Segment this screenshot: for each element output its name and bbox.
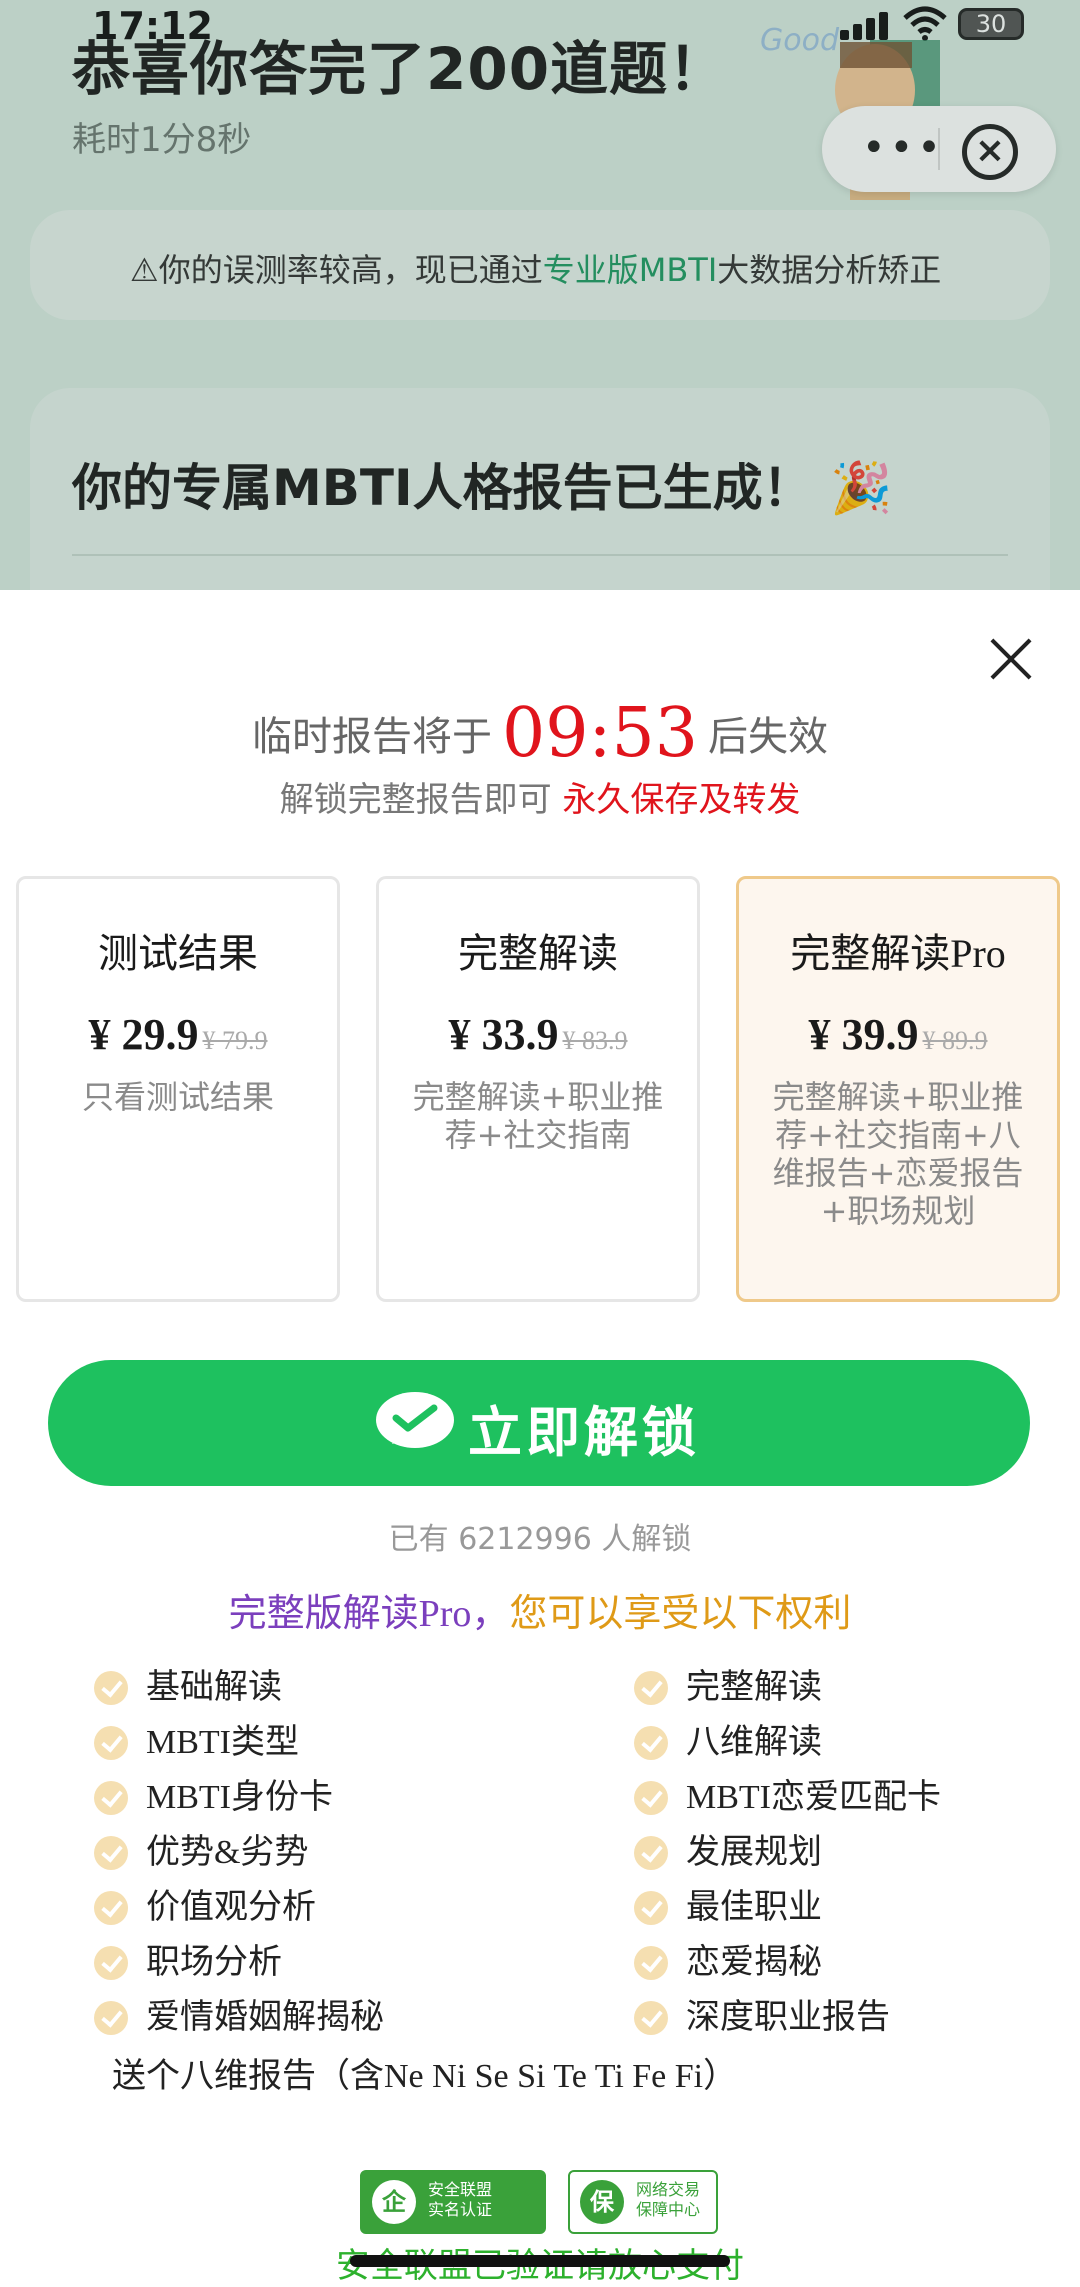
timer-prefix: 临时报告将于 bbox=[252, 714, 493, 760]
unlock-highlight: 永久保存及转发 bbox=[562, 780, 801, 820]
check-icon bbox=[634, 1726, 668, 1761]
benefits-title: 完整版解读Pro，您可以享受以下权利 bbox=[0, 1582, 1080, 1637]
shield-icon: 保 bbox=[580, 2180, 624, 2224]
unlock-prefix: 解锁完整报告即可 bbox=[279, 780, 552, 820]
benefit-item: 最佳职业 bbox=[634, 1886, 822, 1930]
check-icon bbox=[634, 1671, 668, 1706]
home-indicator[interactable] bbox=[350, 2255, 730, 2267]
check-icon bbox=[94, 1891, 128, 1926]
check-icon bbox=[634, 1781, 668, 1816]
plan-card-basic[interactable]: 测试结果 ¥ 29.9 ¥ 79.9 只看测试结果 bbox=[16, 876, 340, 1302]
benefit-item: 爱情婚姻解揭秘 bbox=[94, 1996, 384, 2040]
trade-guarantee-badge: 保 网络交易 保障中心 bbox=[568, 2170, 718, 2234]
close-icon[interactable] bbox=[988, 636, 1034, 682]
check-icon bbox=[634, 1836, 668, 1871]
real-name-badge: 企 安全联盟 实名认证 bbox=[360, 2170, 546, 2234]
plan-price: ¥ 33.9 ¥ 83.9 bbox=[448, 1010, 628, 1059]
check-icon bbox=[94, 1836, 128, 1871]
check-icon bbox=[94, 1781, 128, 1816]
check-icon bbox=[94, 1726, 128, 1761]
benefits-title-part1: 完整版解读Pro， bbox=[228, 1593, 510, 1635]
overlay-mask[interactable] bbox=[0, 0, 1080, 590]
benefit-item: 职场分析 bbox=[94, 1941, 282, 1985]
benefit-item: MBTI恋爱匹配卡 bbox=[634, 1776, 941, 1820]
benefit-item: 八维解读 bbox=[634, 1721, 822, 1765]
timer-suffix: 后失效 bbox=[707, 714, 828, 760]
badge-text: 网络交易 保障中心 bbox=[636, 2180, 701, 2219]
background-page: 17:12 30 恭喜你答完了200道题！ 耗时1分8秒 Good ••• × … bbox=[0, 0, 1080, 590]
plan-name: 完整解读 bbox=[458, 931, 618, 976]
benefit-item: 优势&劣势 bbox=[94, 1831, 308, 1875]
benefit-item: 恋爱揭秘 bbox=[634, 1941, 822, 1985]
countdown-timer: 09:53 bbox=[502, 694, 698, 773]
unlock-button[interactable]: 立即解锁 bbox=[48, 1360, 1030, 1486]
plan-card-full[interactable]: 完整解读 ¥ 33.9 ¥ 83.9 完整解读+职业推荐+社交指南 bbox=[376, 876, 700, 1302]
plan-price: ¥ 39.9 ¥ 89.9 bbox=[808, 1010, 988, 1059]
unlock-notice: 解锁完整报告即可 永久保存及转发 bbox=[0, 772, 1080, 821]
benefit-item: 深度职业报告 bbox=[634, 1996, 890, 2040]
check-icon bbox=[94, 1946, 128, 1981]
plan-old-price: ¥ 79.9 bbox=[202, 1026, 268, 1055]
benefit-item: 完整解读 bbox=[634, 1666, 822, 1710]
benefits-title-part2: 您可以享受以下权利 bbox=[509, 1593, 852, 1635]
plan-name: 测试结果 bbox=[98, 931, 258, 976]
bonus-text: 送个八维报告（含Ne Ni Se Si Te Ti Fe Fi） bbox=[112, 2058, 738, 2095]
unlock-count: 已有 6212996 人解锁 bbox=[388, 1522, 692, 1557]
plan-desc: 完整解读+职业推荐+社交指南+八维报告+恋爱报告+职场规划 bbox=[772, 1078, 1024, 1230]
plan-old-price: ¥ 83.9 bbox=[562, 1026, 628, 1055]
plan-desc: 完整解读+职业推荐+社交指南 bbox=[412, 1078, 664, 1154]
plan-name: 完整解读Pro bbox=[790, 931, 1006, 976]
badge-text: 安全联盟 实名认证 bbox=[428, 2180, 493, 2219]
wechat-pay-icon bbox=[376, 1392, 454, 1448]
certified-icon: 企 bbox=[372, 2180, 416, 2224]
check-icon bbox=[634, 2001, 668, 2036]
plan-desc: 只看测试结果 bbox=[81, 1078, 274, 1116]
benefit-item: MBTI类型 bbox=[94, 1721, 299, 1765]
plan-card-pro[interactable]: 完整解读Pro ¥ 39.9 ¥ 89.9 完整解读+职业推荐+社交指南+八维报告… bbox=[736, 876, 1060, 1302]
check-icon bbox=[634, 1891, 668, 1926]
benefit-item: MBTI身份卡 bbox=[94, 1776, 333, 1820]
check-icon bbox=[634, 1946, 668, 1981]
check-icon bbox=[94, 1671, 128, 1706]
benefit-item: 价值观分析 bbox=[94, 1886, 316, 1930]
plan-old-price: ¥ 89.9 bbox=[922, 1026, 988, 1055]
benefit-item: 基础解读 bbox=[94, 1666, 282, 1710]
check-icon bbox=[94, 2001, 128, 2036]
benefit-item: 发展规划 bbox=[634, 1831, 822, 1875]
unlock-button-label: 立即解锁 bbox=[468, 1401, 700, 1464]
plan-price: ¥ 29.9 ¥ 79.9 bbox=[88, 1010, 268, 1059]
expiry-notice: 临时报告将于 09:53 后失效 bbox=[0, 694, 1080, 773]
